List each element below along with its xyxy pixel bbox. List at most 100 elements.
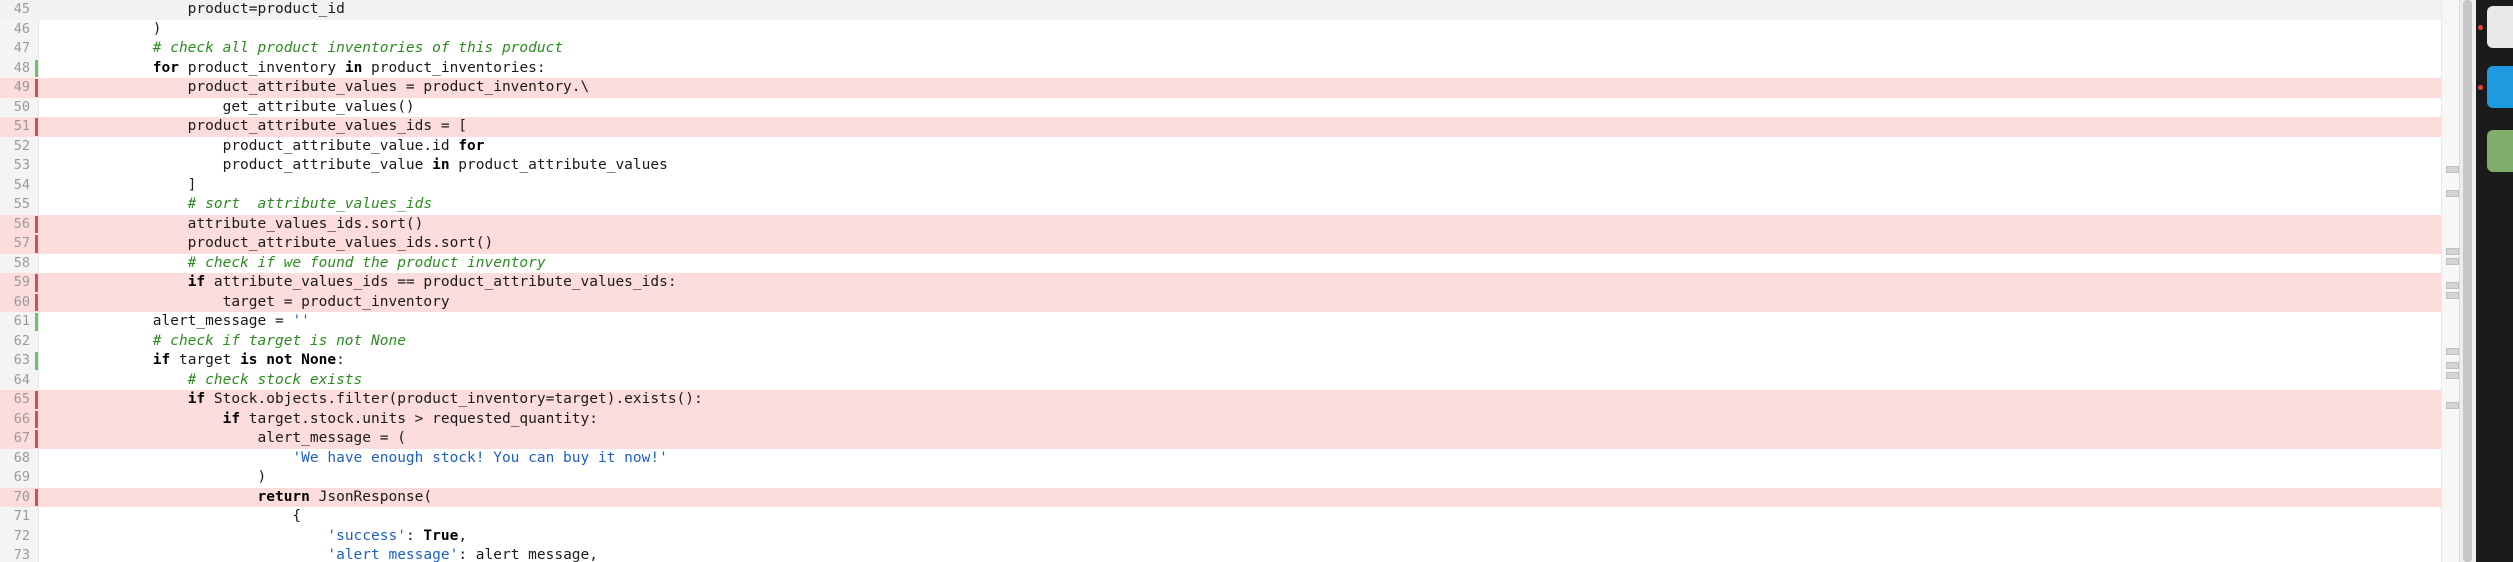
code-line[interactable]: 54 ]: [0, 176, 2441, 196]
line-number: 70: [13, 488, 30, 505]
code-line[interactable]: 46 ): [0, 20, 2441, 40]
code-line[interactable]: 49 product_attribute_values = product_in…: [0, 78, 2441, 98]
code-line[interactable]: 62 # check if target is not None: [0, 332, 2441, 352]
code-line[interactable]: 53 product_attribute_value in product_at…: [0, 156, 2441, 176]
modified-line-marker[interactable]: [35, 488, 38, 506]
skype-icon[interactable]: [2487, 66, 2513, 108]
overview-marker[interactable]: [2446, 282, 2459, 289]
modified-line-marker[interactable]: [35, 410, 38, 428]
keyword-token: for: [458, 137, 485, 154]
modified-line-marker[interactable]: [35, 118, 38, 136]
code-line[interactable]: 64 # check stock exists: [0, 371, 2441, 391]
line-code: target = product_inventory: [48, 293, 450, 313]
overview-marker[interactable]: [2446, 372, 2459, 379]
code-line[interactable]: 65 if Stock.objects.filter(product_inven…: [0, 390, 2441, 410]
modified-line-marker[interactable]: [35, 79, 38, 97]
line-code: product_attribute_value.id for: [48, 137, 485, 157]
line-code: ]: [48, 176, 197, 196]
trash-icon[interactable]: [2487, 130, 2513, 172]
app-icon-1[interactable]: [2487, 6, 2513, 48]
code-lines[interactable]: 45 product=product_id 46 ) 47 # check all …: [0, 0, 2441, 562]
modified-line-marker[interactable]: [35, 293, 38, 311]
overview-marker[interactable]: [2446, 348, 2459, 355]
line-code: 'success': True,: [48, 527, 467, 547]
code-line[interactable]: 71 {: [0, 507, 2441, 527]
modified-line-marker[interactable]: [35, 391, 38, 409]
vertical-scrollbar[interactable]: [2459, 0, 2476, 562]
added-line-marker[interactable]: [35, 352, 38, 370]
change-overview-strip[interactable]: [2441, 0, 2460, 562]
code-line[interactable]: 55 # sort attribute_values_ids: [0, 195, 2441, 215]
code-line[interactable]: 59 if attribute_values_ids == product_at…: [0, 273, 2441, 293]
overview-marker[interactable]: [2446, 190, 2459, 197]
line-code: product_attribute_value in product_attri…: [48, 156, 668, 176]
line-code: attribute_values_ids.sort(): [48, 215, 424, 235]
line-code: product_attribute_values = product_inven…: [48, 78, 590, 98]
keyword-token: True: [423, 527, 459, 544]
line-number: 51: [13, 118, 30, 134]
code-line[interactable]: 67 alert_message = (: [0, 429, 2441, 449]
code-line[interactable]: 61 alert_message = '': [0, 312, 2441, 332]
code-token: product_inventories:: [362, 59, 546, 76]
overview-marker[interactable]: [2446, 362, 2459, 369]
code-token: ): [48, 20, 162, 37]
code-token: product_attribute_values_ids.sort(): [48, 235, 494, 251]
line-code: product_attribute_values_ids.sort(): [48, 234, 494, 254]
code-token: alert_message = (: [48, 430, 406, 446]
line-number: 63: [13, 352, 30, 368]
overview-marker[interactable]: [2446, 292, 2459, 299]
line-code: if target.stock.units > requested_quanti…: [48, 410, 598, 430]
code-token: attribute_values_ids.sort(): [48, 215, 424, 232]
code-line[interactable]: 66 if target.stock.units > requested_qua…: [0, 409, 2441, 430]
code-line[interactable]: 48 for product_inventory in product_inve…: [0, 59, 2441, 79]
overview-marker[interactable]: [2446, 166, 2459, 173]
code-line[interactable]: 72 'success': True,: [0, 527, 2441, 547]
keyword-token: if: [187, 274, 206, 290]
code-editor[interactable]: 45 product=product_id 46 ) 47 # check all …: [0, 0, 2441, 562]
code-line[interactable]: 47 # check all product inventories of th…: [0, 39, 2441, 59]
comment-token: # check stock exists: [48, 371, 363, 388]
code-token: get_attribute_values(): [48, 98, 415, 115]
code-line[interactable]: 73 'alert_message': alert_message,: [0, 546, 2441, 562]
overview-marker[interactable]: [2446, 248, 2459, 255]
line-code: # check stock exists: [48, 371, 363, 391]
code-line[interactable]: 52 product_attribute_value.id for: [0, 137, 2441, 157]
code-line[interactable]: 69 ): [0, 468, 2441, 488]
code-line[interactable]: 45 product=product_id: [0, 0, 2441, 20]
code-token: alert_message =: [48, 313, 293, 329]
added-line-marker[interactable]: [35, 59, 38, 77]
line-code: alert_message = '': [48, 312, 310, 332]
code-line[interactable]: 50 get_attribute_values(): [0, 98, 2441, 118]
code-line[interactable]: 51 product_attribute_values_ids = [: [0, 117, 2441, 137]
code-token: target.stock.units > requested_quantity:: [240, 410, 598, 427]
line-number: 68: [13, 449, 30, 466]
modified-line-marker[interactable]: [35, 235, 38, 253]
code-line[interactable]: 70 return JsonResponse(: [0, 487, 2441, 507]
code-line[interactable]: 57 product_attribute_values_ids.sort(): [0, 234, 2441, 254]
comment-token: # check if target is not None: [48, 332, 406, 349]
modified-line-marker[interactable]: [35, 430, 38, 448]
overview-marker[interactable]: [2446, 402, 2459, 409]
code-token: ]: [48, 176, 197, 193]
code-line[interactable]: 63 if target is not None:: [0, 351, 2441, 371]
keyword-token: if: [187, 391, 206, 407]
overview-marker[interactable]: [2446, 258, 2459, 265]
line-code: if attribute_values_ids == product_attri…: [48, 273, 677, 293]
code-line[interactable]: 58 # check if we found the product inven…: [0, 254, 2441, 274]
added-line-marker[interactable]: [35, 313, 38, 331]
modified-line-marker[interactable]: [35, 274, 38, 292]
line-code: get_attribute_values(): [48, 98, 415, 118]
code-line[interactable]: 60 target = product_inventory: [0, 292, 2441, 313]
code-token: JsonResponse(: [309, 488, 433, 505]
modified-line-marker[interactable]: [35, 215, 38, 233]
scrollbar-thumb[interactable]: [2463, 0, 2472, 562]
code-line[interactable]: 68 'We have enough stock! You can buy it…: [0, 449, 2441, 469]
code-token: attribute_values_ids == product_attribut…: [205, 274, 677, 290]
code-token: target: [170, 352, 241, 368]
code-line[interactable]: 56 attribute_values_ids.sort(): [0, 214, 2441, 235]
